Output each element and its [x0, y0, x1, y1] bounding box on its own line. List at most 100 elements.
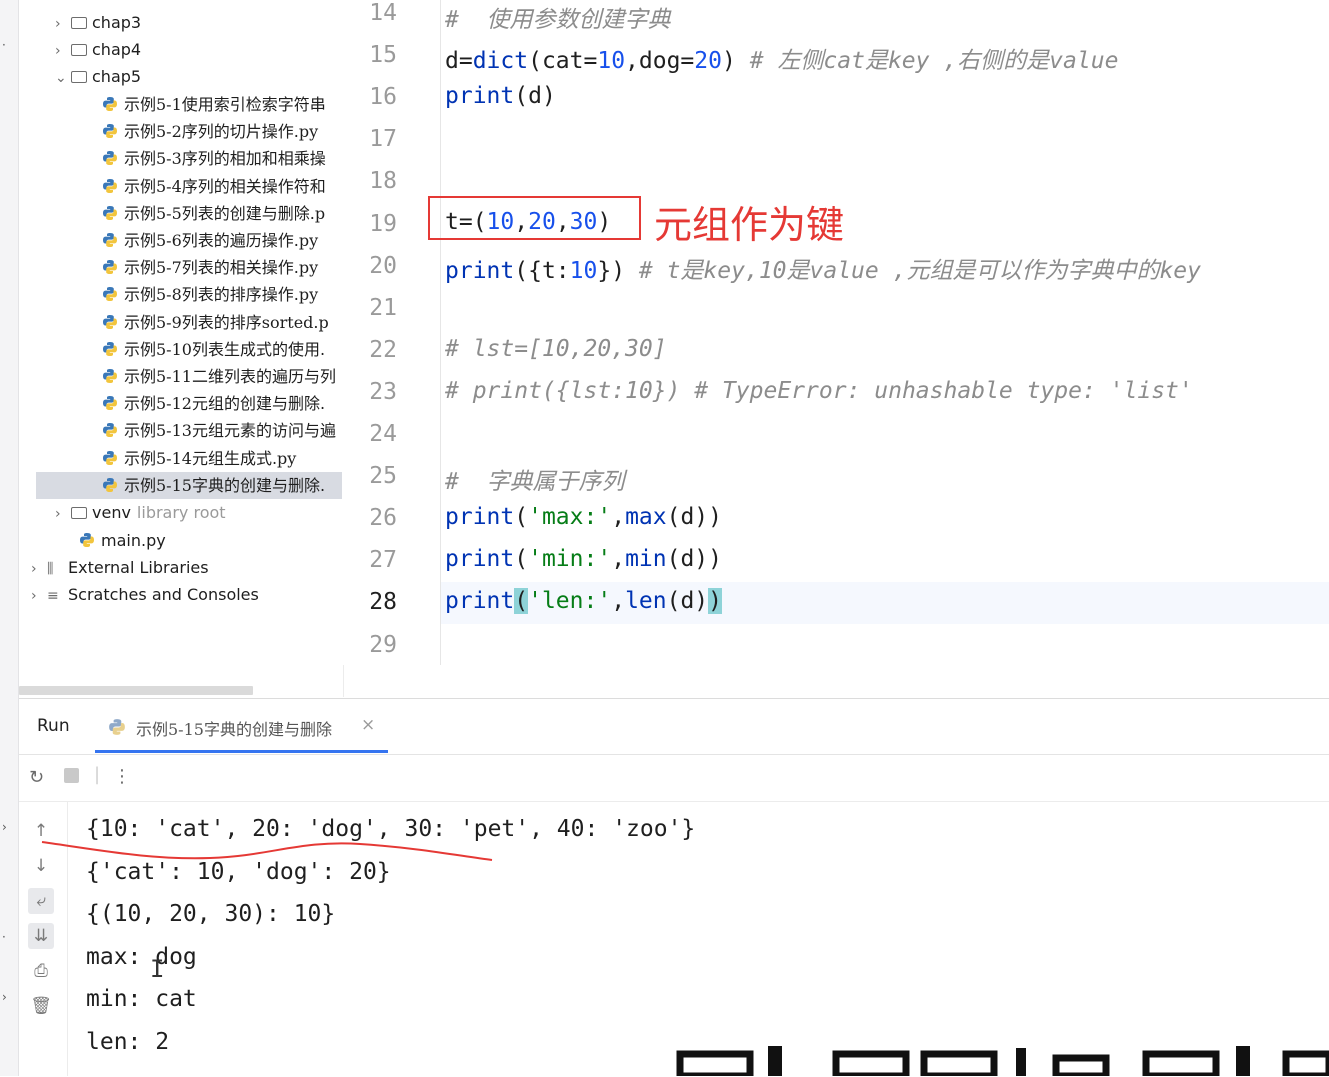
- tree-file-item[interactable]: 示例5-4序列的相关操作符和: [102, 173, 326, 200]
- annotation-highlight-box: [428, 196, 641, 240]
- line-number: 22: [369, 336, 397, 363]
- tree-folder-chap3[interactable]: › chap3: [55, 9, 141, 36]
- python-file-icon: [103, 396, 117, 411]
- line-number: 27: [369, 547, 397, 574]
- chevron-right-icon[interactable]: ›: [31, 556, 47, 583]
- line-number: 21: [369, 294, 397, 321]
- tree-file-item[interactable]: 示例5-10列表生成式的使用.: [102, 336, 325, 363]
- python-file-icon: [103, 178, 117, 193]
- chevron-right-icon[interactable]: ›: [31, 583, 47, 610]
- more-icon[interactable]: ⋮: [113, 766, 131, 787]
- close-icon[interactable]: ×: [361, 715, 375, 735]
- scroll-to-end-icon[interactable]: ⇊: [28, 923, 54, 949]
- scratches-label: Scratches and Consoles: [68, 585, 259, 604]
- library-icon: ⫼: [47, 561, 54, 577]
- code-line-16[interactable]: print(d): [445, 83, 556, 109]
- rerun-icon[interactable]: ↻: [29, 767, 44, 788]
- tree-file-item[interactable]: 示例5-6列表的遍历操作.py: [102, 227, 318, 254]
- run-toolbar: ↻ | ⋮: [19, 755, 1329, 802]
- line-number: 28: [369, 589, 397, 616]
- python-file-icon: [103, 287, 117, 302]
- code-line-27[interactable]: print('min:',min(d)): [445, 546, 722, 572]
- line-number: 19: [369, 210, 397, 237]
- tree-file-item[interactable]: 示例5-14元组生成式.py: [102, 445, 296, 472]
- chevron-right-icon[interactable]: ›: [55, 38, 71, 65]
- tree-folder-chap5[interactable]: ⌄ chap5: [55, 63, 141, 90]
- file-label: 示例5-6列表的遍历操作.py: [124, 231, 319, 250]
- code-line-22[interactable]: # lst=[10,20,30]: [445, 336, 667, 362]
- tree-file-item[interactable]: 示例5-3序列的相加和相乘操: [102, 145, 326, 172]
- line-number: 23: [369, 378, 397, 405]
- trash-icon[interactable]: 🗑: [28, 993, 54, 1019]
- chevron-down-icon[interactable]: ⌄: [55, 65, 71, 92]
- code-line-25[interactable]: # 字典属于序列: [445, 462, 625, 496]
- toolbar-divider: |: [94, 764, 101, 785]
- tree-file-main[interactable]: main.py: [79, 527, 166, 554]
- chevron-right-icon[interactable]: ›: [55, 11, 71, 38]
- console-output-line: max: dog: [86, 944, 197, 970]
- file-label: 示例5-14元组生成式.py: [124, 448, 297, 468]
- python-file-icon: [103, 450, 117, 465]
- run-tab-label: 示例5-15字典的创建与删除: [136, 720, 332, 739]
- code-line-28[interactable]: print('len:',len(d)): [445, 588, 723, 614]
- tree-file-item[interactable]: 示例5-7列表的相关操作.py: [102, 254, 318, 281]
- tree-file-item[interactable]: 示例5-2序列的切片操作.py: [102, 118, 318, 145]
- tree-file-item[interactable]: 示例5-8列表的排序操作.py: [102, 281, 318, 308]
- bottom-caption-overlay: [676, 1046, 1329, 1076]
- folder-label: venv: [92, 503, 131, 522]
- line-number: 18: [369, 168, 397, 195]
- tree-file-item[interactable]: 示例5-1使用索引检索字符串: [102, 91, 326, 118]
- strip-glyph[interactable]: ·: [2, 38, 6, 52]
- tree-file-item[interactable]: 示例5-11二维列表的遍历与列: [102, 363, 336, 390]
- file-label: 示例5-5列表的创建与删除.p: [124, 203, 326, 223]
- library-root-hint: library root: [136, 503, 226, 522]
- line-number: 25: [369, 463, 397, 490]
- print-icon[interactable]: ⎙: [28, 958, 54, 984]
- file-label: 示例5-4序列的相关操作符和: [124, 176, 326, 196]
- file-label: 示例5-15字典的创建与删除.: [124, 475, 326, 495]
- chevron-right-icon[interactable]: ›: [55, 501, 71, 528]
- folder-label: chap4: [92, 40, 142, 59]
- python-file-icon: [103, 314, 117, 329]
- code-line-20[interactable]: print({t:10}) # t是key,10是value ,元组是可以作为字…: [445, 251, 1201, 285]
- code-line-26[interactable]: print('max:',max(d)): [445, 504, 722, 530]
- folder-icon: [71, 17, 87, 29]
- strip-glyph[interactable]: ·: [2, 930, 6, 944]
- project-tree-panel: › chap3 › chap4 ⌄ chap5 示例5-1使用索引检索字符串 示例5-2…: [19, 0, 342, 697]
- python-file-icon: [109, 719, 125, 735]
- tree-folder-chap4[interactable]: › chap4: [55, 36, 141, 63]
- tree-file-item[interactable]: 示例5-12元组的创建与删除.: [102, 390, 325, 417]
- strip-glyph[interactable]: ›: [2, 820, 7, 834]
- line-number: 16: [369, 84, 397, 111]
- tree-file-item[interactable]: 示例5-15字典的创建与删除.: [36, 471, 342, 499]
- line-number: 29: [369, 631, 397, 658]
- code-line-14[interactable]: # 使用参数创建字典: [445, 0, 671, 34]
- left-tool-strip: · › · ›: [0, 0, 19, 1076]
- line-number: 20: [369, 252, 397, 279]
- file-label: main.py: [101, 531, 166, 550]
- tree-file-item[interactable]: 示例5-13元组元素的访问与遍: [102, 417, 336, 444]
- tree-scratches[interactable]: › ≡ Scratches and Consoles: [31, 581, 259, 608]
- folder-label: chap5: [92, 67, 142, 86]
- tree-file-item[interactable]: 示例5-5列表的创建与删除.p: [102, 200, 325, 227]
- tree-folder-venv[interactable]: › venv library root: [55, 499, 226, 526]
- tree-file-item[interactable]: 示例5-9列表的排序sorted.p: [102, 309, 329, 336]
- console-output-line: len: 2: [86, 1029, 170, 1055]
- line-number: 24: [369, 421, 397, 447]
- console-output-line: min: cat: [86, 986, 197, 1012]
- folder-icon: [71, 507, 87, 519]
- run-panel-title: Run: [37, 716, 70, 736]
- file-label: 示例5-8列表的排序操作.py: [124, 285, 319, 305]
- soft-wrap-icon[interactable]: ⤶: [28, 888, 54, 914]
- tree-external-libraries[interactable]: › ⫼ External Libraries: [31, 554, 209, 581]
- horizontal-scrollbar[interactable]: [19, 686, 253, 695]
- line-number: 14: [369, 0, 397, 26]
- folder-icon: [71, 44, 87, 56]
- code-line-15[interactable]: d=dict(cat=10,dog=20) # 左侧cat是key ,右侧的是v…: [445, 41, 1118, 75]
- python-file-icon: [103, 477, 117, 492]
- folder-label: chap3: [92, 13, 142, 32]
- strip-glyph[interactable]: ›: [2, 990, 7, 1004]
- stop-icon[interactable]: [64, 768, 79, 783]
- python-file-icon: [80, 533, 94, 547]
- code-line-23[interactable]: # print({lst:10}) # TypeError: unhashabl…: [445, 378, 1193, 404]
